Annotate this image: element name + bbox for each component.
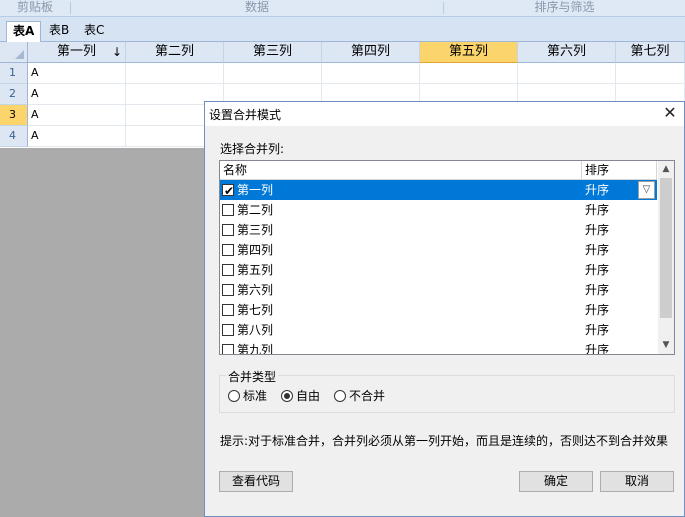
- item-name: 第六列: [237, 283, 274, 297]
- view-code-button[interactable]: 查看代码: [219, 471, 293, 492]
- sort-dropdown-chevron-down-icon[interactable]: ▽: [638, 181, 655, 199]
- list-header-sort[interactable]: 排序: [582, 161, 657, 180]
- grid-cell[interactable]: [420, 63, 518, 84]
- tab-sheet-c[interactable]: 表C: [78, 21, 110, 42]
- close-icon[interactable]: ✕: [662, 105, 678, 121]
- row-header-2[interactable]: 2: [0, 84, 28, 105]
- scroll-down-icon[interactable]: ▼: [658, 337, 674, 354]
- check-icon: ✔: [224, 184, 235, 198]
- item-sort: 升序: [585, 183, 610, 197]
- list-item[interactable]: 第三列 升序: [220, 220, 657, 240]
- item-checkbox[interactable]: [222, 204, 234, 216]
- item-checkbox[interactable]: [222, 344, 234, 354]
- item-checkbox[interactable]: [222, 284, 234, 296]
- item-checkbox[interactable]: [222, 304, 234, 316]
- grid-cell[interactable]: [126, 63, 224, 84]
- grid-cell[interactable]: [616, 63, 685, 84]
- item-sort: 升序: [585, 283, 610, 297]
- list-item[interactable]: 第八列 升序: [220, 320, 657, 340]
- item-checkbox[interactable]: ✔: [222, 184, 234, 198]
- sort-descending-icon: ↓: [111, 45, 122, 59]
- grid-cell[interactable]: A: [28, 84, 126, 105]
- grid-cell[interactable]: A: [28, 126, 126, 147]
- row-header-4[interactable]: 4: [0, 126, 28, 147]
- grid-cell[interactable]: [518, 63, 616, 84]
- item-name: 第四列: [237, 243, 274, 257]
- list-item[interactable]: 第九列 升序: [220, 340, 657, 355]
- merge-type-group: 合并类型 标准 自由 不合并: [219, 368, 675, 413]
- merge-columns-list[interactable]: 名称 排序 ✔ 第一列 升序 ▽ 第二列 升序 第三列 升序 第四列 升序 第五…: [219, 160, 675, 355]
- list-item[interactable]: ✔ 第一列 升序 ▽: [220, 180, 657, 200]
- item-sort: 升序: [585, 303, 610, 317]
- column-header-1[interactable]: 第一列 ↓: [28, 42, 126, 63]
- ribbon-group-data: 数据: [244, 0, 269, 14]
- list-item[interactable]: 第七列 升序: [220, 300, 657, 320]
- tab-sheet-b[interactable]: 表B: [43, 21, 75, 42]
- radio-icon: [334, 390, 346, 402]
- grid-cell[interactable]: [322, 63, 420, 84]
- item-name: 第二列: [237, 203, 274, 217]
- item-sort: 升序: [585, 343, 610, 355]
- list-item[interactable]: 第六列 升序: [220, 280, 657, 300]
- list-item[interactable]: 第二列 升序: [220, 200, 657, 220]
- list-item[interactable]: 第四列 升序: [220, 240, 657, 260]
- dialog-title: 设置合并模式: [209, 108, 282, 122]
- item-checkbox[interactable]: [222, 224, 234, 236]
- item-sort: 升序: [585, 203, 610, 217]
- list-scrollbar[interactable]: ▲ ▼: [658, 161, 674, 354]
- item-sort: 升序: [585, 263, 610, 277]
- tab-sheet-a[interactable]: 表A: [6, 21, 42, 42]
- ribbon-group-sort-filter: 排序与筛选: [534, 0, 595, 14]
- item-sort: 升序: [585, 243, 610, 257]
- column-header-label: 第一列: [56, 44, 96, 59]
- select-columns-label: 选择合并列:: [220, 142, 285, 156]
- ribbon: 剪贴板 数据 排序与筛选: [0, 0, 685, 17]
- item-checkbox[interactable]: [222, 264, 234, 276]
- hint-text: 提示:对于标准合并，合并列必须从第一列开始，而且是连续的，否则达不到合并效果: [220, 434, 669, 448]
- list-header-name[interactable]: 名称: [220, 161, 582, 180]
- scroll-up-icon[interactable]: ▲: [658, 161, 674, 178]
- grid-cell[interactable]: A: [28, 105, 126, 126]
- merge-type-legend: 合并类型: [226, 368, 279, 385]
- ok-button[interactable]: 确定: [519, 471, 593, 492]
- ribbon-group-clipboard: 剪贴板: [16, 0, 53, 14]
- column-header-4[interactable]: 第四列: [322, 42, 420, 63]
- item-sort: 升序: [585, 323, 610, 337]
- item-name: 第三列: [237, 223, 274, 237]
- radio-selected-icon: [281, 390, 293, 402]
- grid-cell[interactable]: [224, 63, 322, 84]
- item-checkbox[interactable]: [222, 244, 234, 256]
- column-header-2[interactable]: 第二列: [126, 42, 224, 63]
- radio-label: 不合并: [349, 389, 386, 403]
- item-sort: 升序: [585, 223, 610, 237]
- item-checkbox[interactable]: [222, 324, 234, 336]
- radio-label: 标准: [243, 389, 268, 403]
- dialog-titlebar[interactable]: 设置合并模式 ✕: [205, 102, 684, 126]
- list-item[interactable]: 第五列 升序: [220, 260, 657, 280]
- sheet-tabs: 表A 表B 表C: [0, 17, 685, 42]
- row-header-1[interactable]: 1: [0, 63, 28, 84]
- cancel-button[interactable]: 取消: [600, 471, 674, 492]
- radio-icon: [228, 390, 240, 402]
- item-name: 第七列: [237, 303, 274, 317]
- column-header-5[interactable]: 第五列: [420, 42, 518, 63]
- radio-label: 自由: [296, 389, 321, 403]
- scroll-thumb[interactable]: [660, 178, 672, 318]
- column-header-7[interactable]: 第七列: [616, 42, 685, 63]
- grid-cell[interactable]: A: [28, 63, 126, 84]
- item-name: 第八列: [237, 323, 274, 337]
- merge-mode-dialog: 设置合并模式 ✕ 选择合并列: 名称 排序 ✔ 第一列 升序 ▽ 第二列 升序 …: [204, 101, 685, 517]
- row-header-3[interactable]: 3: [0, 105, 28, 126]
- column-header-3[interactable]: 第三列: [224, 42, 322, 63]
- item-name: 第五列: [237, 263, 274, 277]
- select-all-corner[interactable]: [0, 42, 28, 63]
- item-name: 第一列: [237, 183, 274, 197]
- column-header-6[interactable]: 第六列: [518, 42, 616, 63]
- item-name: 第九列: [237, 343, 274, 355]
